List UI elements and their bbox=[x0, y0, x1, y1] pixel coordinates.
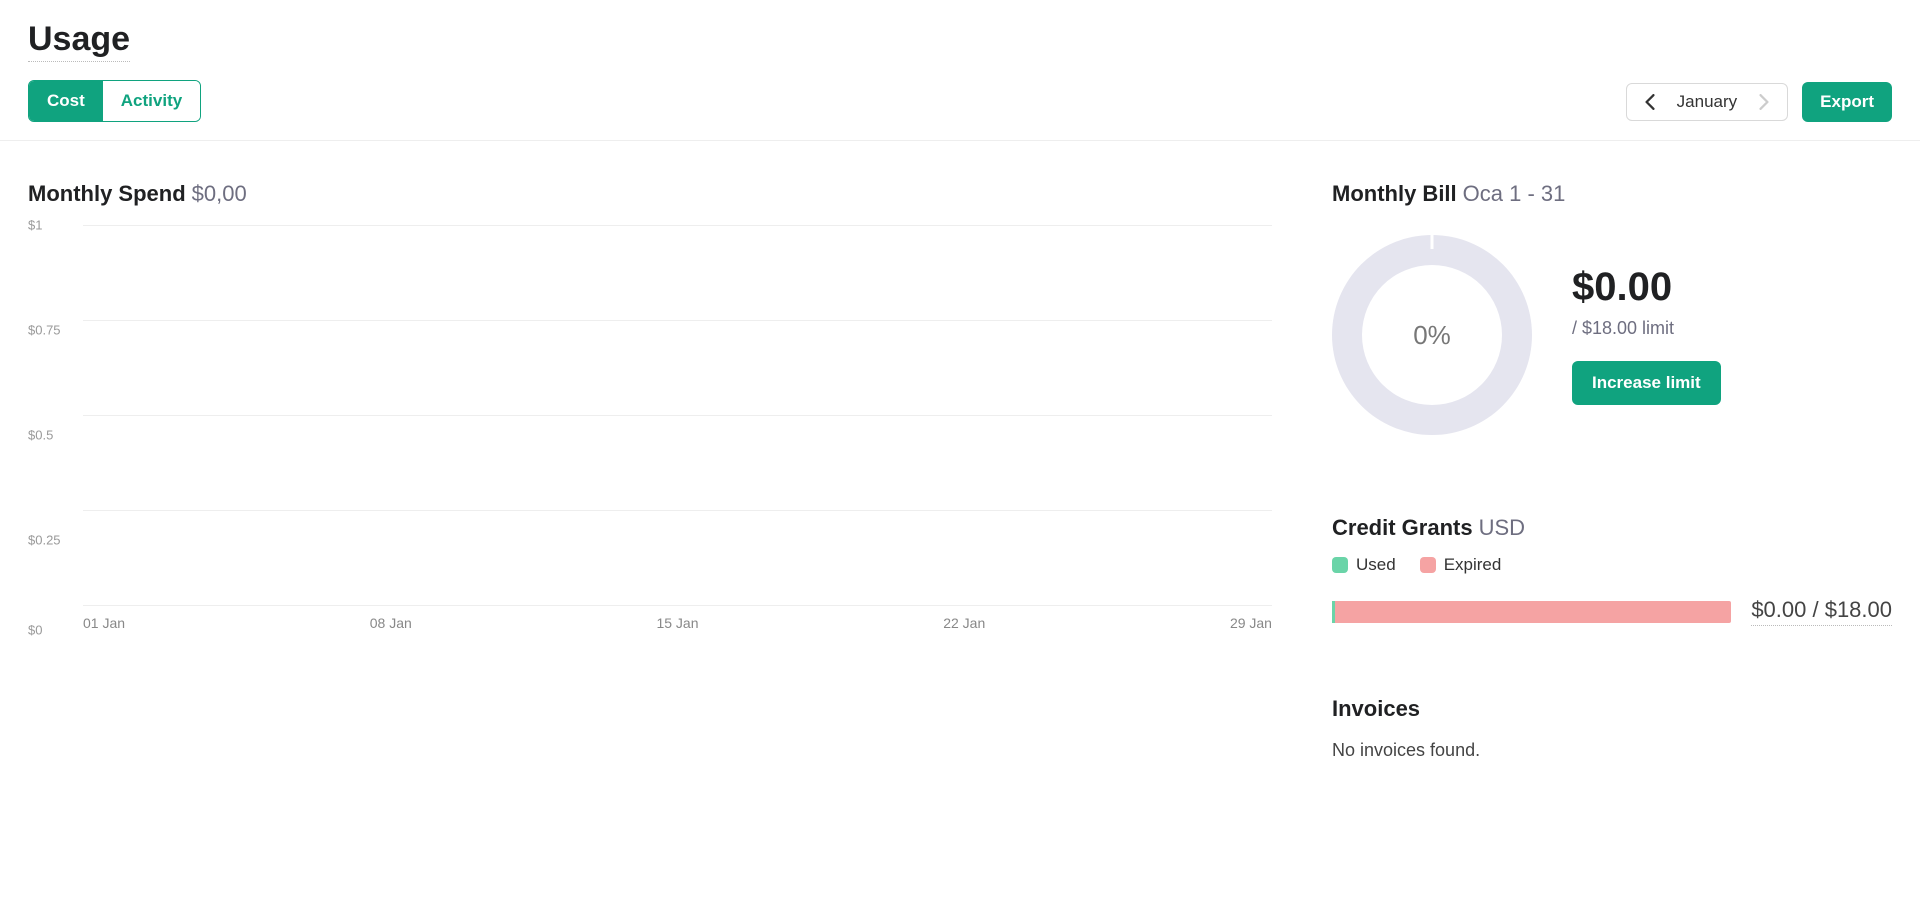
x-tick: 15 Jan bbox=[656, 615, 698, 645]
swatch-expired bbox=[1420, 557, 1436, 573]
month-label: January bbox=[1677, 92, 1737, 112]
credit-grants-amount: $0.00 / $18.00 bbox=[1751, 597, 1892, 626]
bill-percent: 0% bbox=[1362, 265, 1502, 405]
chevron-right-icon[interactable] bbox=[1755, 93, 1773, 111]
y-tick: $0.5 bbox=[28, 428, 53, 443]
view-tabs: Cost Activity bbox=[28, 80, 201, 122]
invoices-empty: No invoices found. bbox=[1332, 740, 1892, 761]
monthly-spend-amount: $0,00 bbox=[192, 181, 247, 206]
tab-cost[interactable]: Cost bbox=[29, 81, 103, 121]
credit-grants-bar bbox=[1332, 601, 1731, 623]
y-tick: $0.75 bbox=[28, 323, 61, 338]
bill-amount: $0.00 bbox=[1572, 265, 1721, 310]
monthly-spend-title: Monthly Spend$0,00 bbox=[28, 181, 1272, 207]
month-picker: January bbox=[1626, 83, 1788, 121]
export-button[interactable]: Export bbox=[1802, 82, 1892, 122]
x-tick: 29 Jan bbox=[1230, 615, 1272, 645]
bill-limit: / $18.00 limit bbox=[1572, 318, 1721, 339]
swatch-used bbox=[1332, 557, 1348, 573]
page-title: Usage bbox=[28, 20, 130, 62]
monthly-spend-chart: $1 $0.75 $0.5 $0.25 $0 01 Jan 08 Jan 15 … bbox=[28, 225, 1272, 645]
y-tick: $0 bbox=[28, 623, 42, 638]
y-tick: $1 bbox=[28, 218, 42, 233]
x-tick: 08 Jan bbox=[370, 615, 412, 645]
x-tick: 22 Jan bbox=[943, 615, 985, 645]
y-tick: $0.25 bbox=[28, 533, 61, 548]
x-tick: 01 Jan bbox=[83, 615, 125, 645]
tab-activity[interactable]: Activity bbox=[103, 81, 200, 121]
chevron-left-icon[interactable] bbox=[1641, 93, 1659, 111]
bill-donut: 0% bbox=[1332, 235, 1532, 435]
legend-expired: Expired bbox=[1420, 555, 1502, 575]
monthly-bill-period: Oca 1 - 31 bbox=[1463, 181, 1566, 206]
monthly-bill-title: Monthly BillOca 1 - 31 bbox=[1332, 181, 1892, 207]
invoices-title: Invoices bbox=[1332, 696, 1892, 722]
legend-used: Used bbox=[1332, 555, 1396, 575]
credit-grants-currency: USD bbox=[1479, 515, 1525, 540]
credit-grants-title: Credit GrantsUSD bbox=[1332, 515, 1892, 541]
increase-limit-button[interactable]: Increase limit bbox=[1572, 361, 1721, 405]
